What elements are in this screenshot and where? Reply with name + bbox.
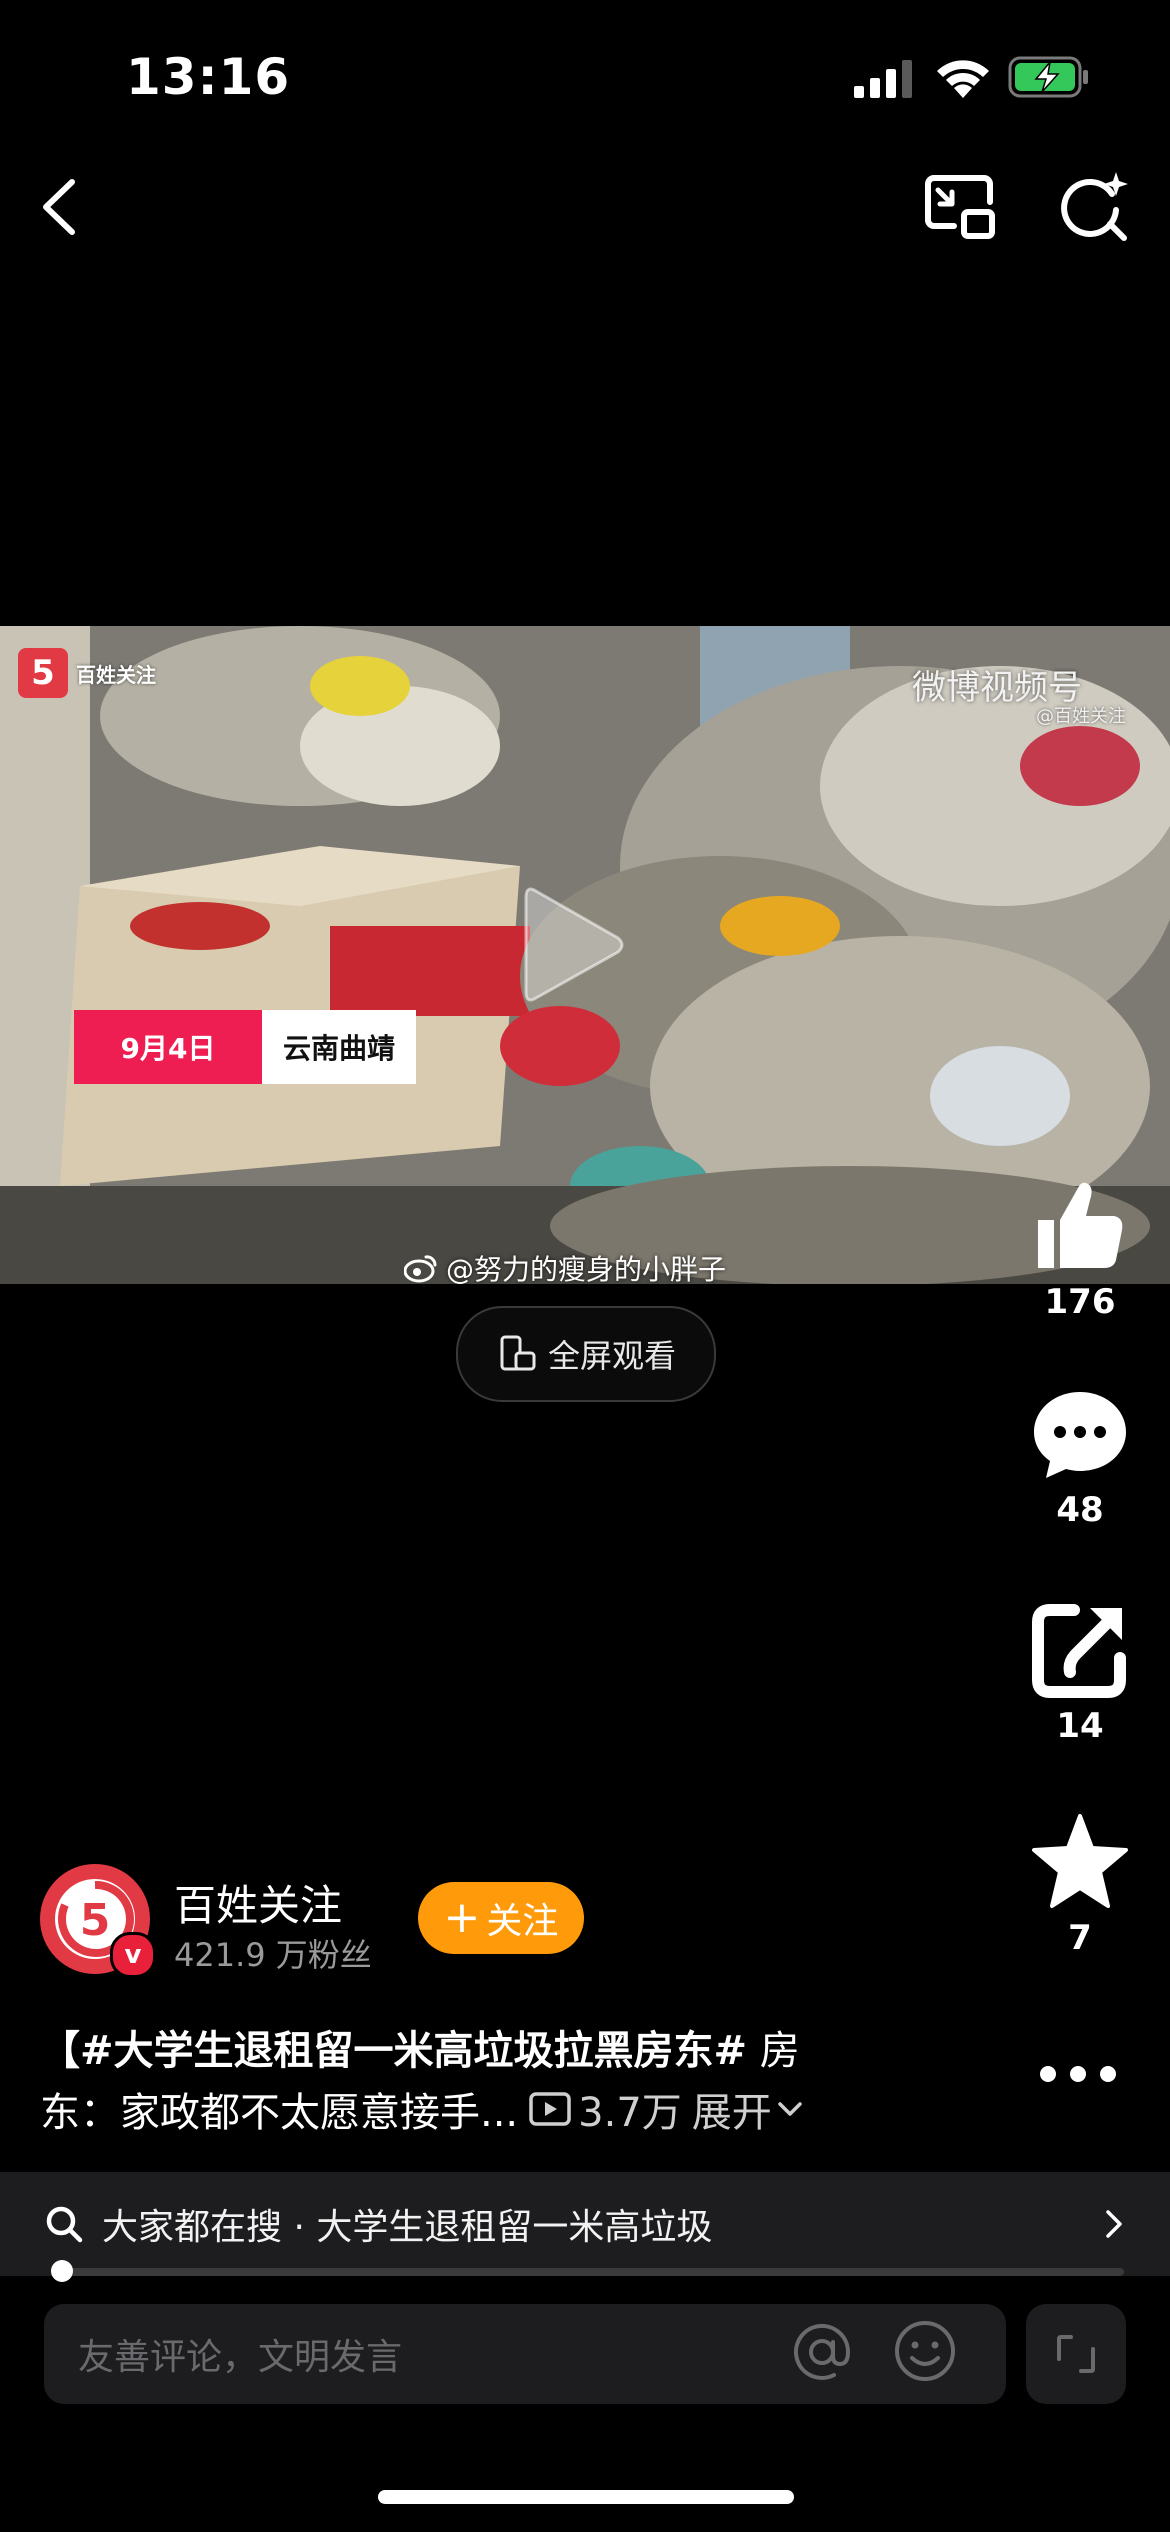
author-name[interactable]: 百姓关注 [174,1872,342,1933]
view-count: 3.7万 [528,2080,682,2138]
search-suggestion-bar[interactable]: 大家都在搜 · 大学生退租留一米高垃圾 [0,2172,1170,2276]
chevron-down-icon [778,2102,802,2116]
more-options-icon[interactable] [1036,2054,1120,2094]
expand-button[interactable]: 展开 [692,2080,804,2138]
author-fans: 421.9 万粉丝 [174,1936,372,1974]
playback-progress-handle[interactable] [51,2260,74,2282]
verified-badge: v [110,1932,156,1978]
share-action[interactable]: 14 [1020,1600,1140,1746]
mention-at-icon[interactable] [790,2320,854,2384]
share-icon [1032,1604,1126,1698]
comment-placeholder: 友善评论，文明发言 [78,2337,403,2378]
wifi-icon [937,60,989,98]
like-action[interactable]: 176 [1020,1176,1140,1322]
share-count: 14 [1056,1706,1104,1746]
emoji-icon[interactable] [892,2318,958,2384]
home-indicator [378,2490,794,2504]
video-watermark-left: 5 百姓关注 [18,648,156,698]
chevron-right-icon [1106,2210,1122,2238]
battery-charging-icon [1008,56,1088,98]
comment-bubble-icon [1034,1392,1126,1478]
play-icon[interactable] [520,880,630,1010]
weibo-icon [404,1255,437,1283]
fullscreen-button[interactable]: 全屏观看 [456,1306,716,1402]
play-count-icon [529,2092,571,2126]
cellular-signal-icon [854,60,912,98]
search-suggestion-text: 大家都在搜 · 大学生退租留一米高垃圾 [102,2207,713,2248]
comment-count: 48 [1056,1490,1104,1530]
follow-button[interactable]: + 关注 [418,1882,584,1954]
video-watermark-right-sub: @百姓关注 [1036,706,1126,727]
post-description[interactable]: 东：家政都不太愿意接手... 3.7万 展开 [40,2080,804,2138]
back-chevron-icon[interactable] [34,174,84,240]
search-icon [46,2206,83,2243]
thumbs-up-icon [1038,1182,1123,1268]
star-icon [1032,1814,1128,1908]
video-location-tag: 云南曲靖 [262,1010,416,1084]
expand-comments-button[interactable] [1026,2304,1126,2404]
channel-logo-icon: 5 [18,648,68,698]
post-title[interactable]: 【#大学生退租留一米高垃圾拉黑房东# 房 [40,2018,800,2076]
svg-text:5: 5 [80,1895,111,1946]
comment-action[interactable]: 48 [1020,1384,1140,1530]
search-sparkle-icon[interactable] [1060,170,1130,242]
playback-progress-track[interactable] [52,2268,1124,2276]
like-count: 176 [1044,1282,1116,1322]
favorite-action[interactable]: 7 [1020,1812,1140,1958]
status-time: 13:16 [126,48,291,106]
comment-input[interactable]: 友善评论，文明发言 [44,2304,1006,2404]
expand-icon [1057,2335,1095,2373]
picture-in-picture-icon[interactable] [924,172,996,240]
favorite-count: 7 [1068,1918,1092,1958]
plus-icon: + [443,1892,481,1943]
video-date-tag: 9月4日 [74,1010,262,1084]
rotate-phone-icon [500,1335,536,1371]
video-credit: @努力的瘦身的小胖子 [404,1248,726,1288]
